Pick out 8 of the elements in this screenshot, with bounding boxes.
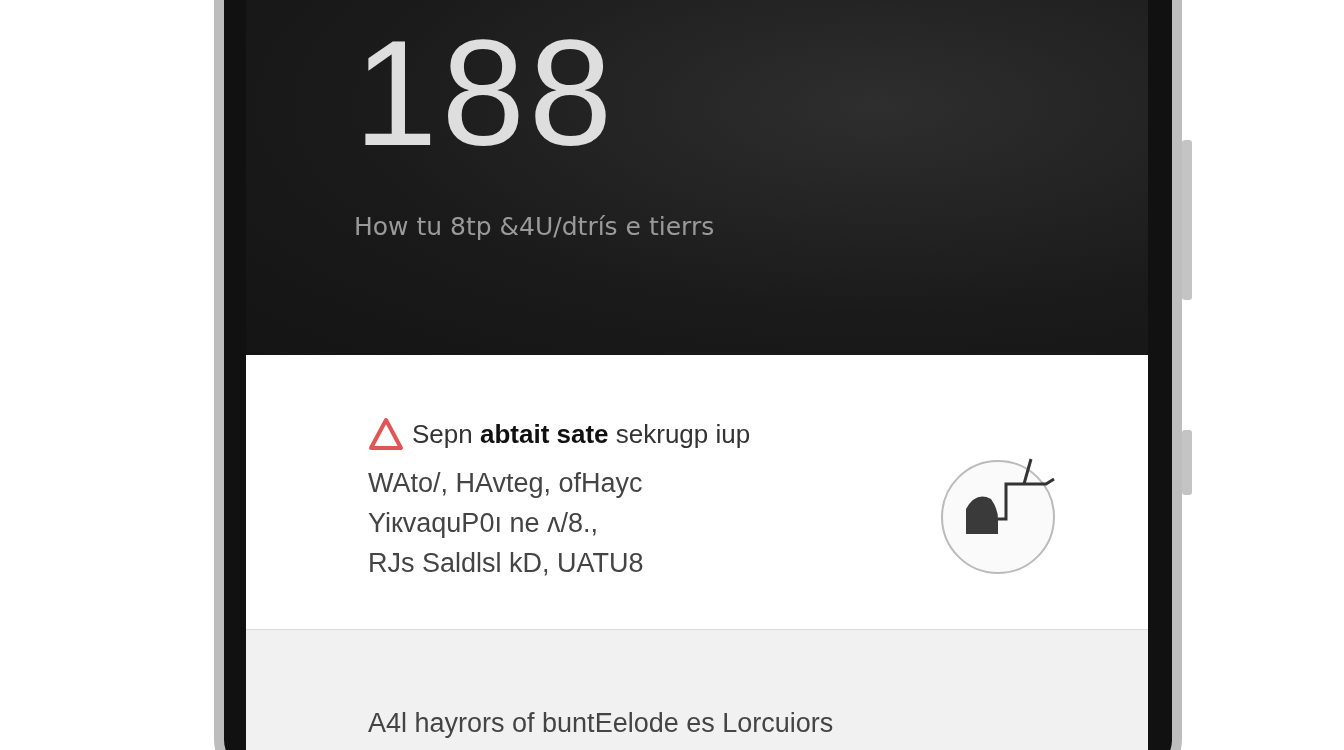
notification-text: YiкvaquP0ı ne ᴧ/8.,: [368, 508, 598, 539]
clock-time: 188: [354, 18, 617, 168]
warning-icon: [368, 417, 404, 451]
notification-text: WAto/, HAvteg, ofHayc: [368, 468, 643, 499]
lock-screen-subtitle: How tu 8tp &4U/dtrís e tierrs: [354, 212, 715, 241]
notification-text: RJs Saldlsl kD, UATU8: [368, 548, 644, 579]
notification-text: A4l hayrors of buntEelode es Lorcuiors: [368, 708, 834, 739]
notification-title: Sepn abtait sate sekrugp iup: [412, 418, 751, 450]
